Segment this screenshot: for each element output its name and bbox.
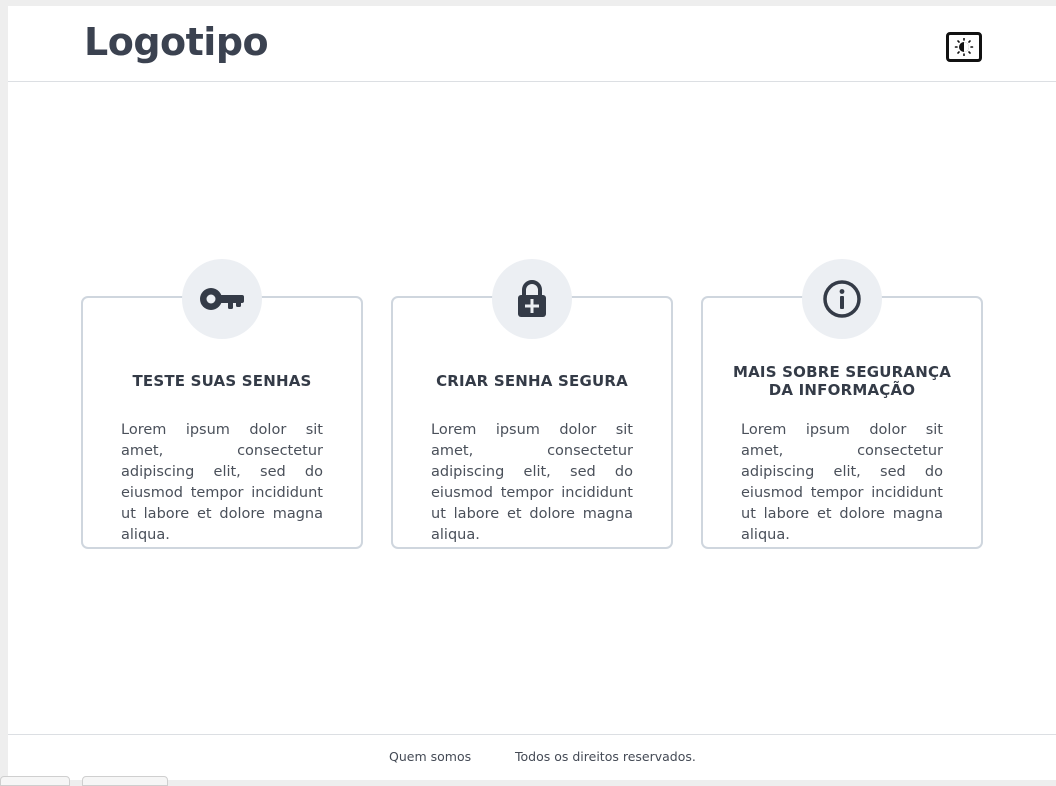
key-icon: [200, 288, 244, 310]
bottom-tab[interactable]: [82, 776, 168, 786]
copyright-text: Todos os direitos reservados.: [515, 749, 696, 764]
card-icon-circle: [802, 259, 882, 339]
contrast-icon: [954, 38, 974, 56]
about-us-link[interactable]: Quem somos: [389, 749, 471, 764]
footer: Quem somos Todos os direitos reservados.: [8, 734, 1056, 780]
card-description: Lorem ipsum dolor sit amet, consectetur …: [121, 422, 323, 543]
theme-toggle-button[interactable]: [946, 32, 982, 62]
lock-plus-icon: [518, 280, 546, 317]
card-test-passwords[interactable]: TESTE SUAS SENHAS Lorem ipsum dolor sit …: [81, 259, 363, 549]
card-create-password[interactable]: CRIAR SENHA SEGURA Lorem ipsum dolor sit…: [391, 259, 673, 549]
card-title: MAIS SOBRE SEGURANÇA DA INFORMAÇÃO: [732, 363, 952, 399]
card-description: Lorem ipsum dolor sit amet, consectetur …: [741, 422, 943, 543]
card-description: Lorem ipsum dolor sit amet, consectetur …: [431, 422, 633, 543]
bottom-tab[interactable]: [0, 776, 70, 786]
logo[interactable]: Logotipo: [84, 20, 269, 64]
card-icon-circle: [492, 259, 572, 339]
card-title: CRIAR SENHA SEGURA: [436, 372, 628, 390]
card-information-security[interactable]: MAIS SOBRE SEGURANÇA DA INFORMAÇÃO Lorem…: [701, 259, 983, 549]
info-icon: [823, 280, 861, 318]
card-title: TESTE SUAS SENHAS: [132, 372, 312, 390]
page: Logotipo TESTE SUAS SENHAS Lorem ipsum d…: [8, 6, 1056, 780]
card-icon-circle: [182, 259, 262, 339]
header: Logotipo: [8, 6, 1056, 82]
